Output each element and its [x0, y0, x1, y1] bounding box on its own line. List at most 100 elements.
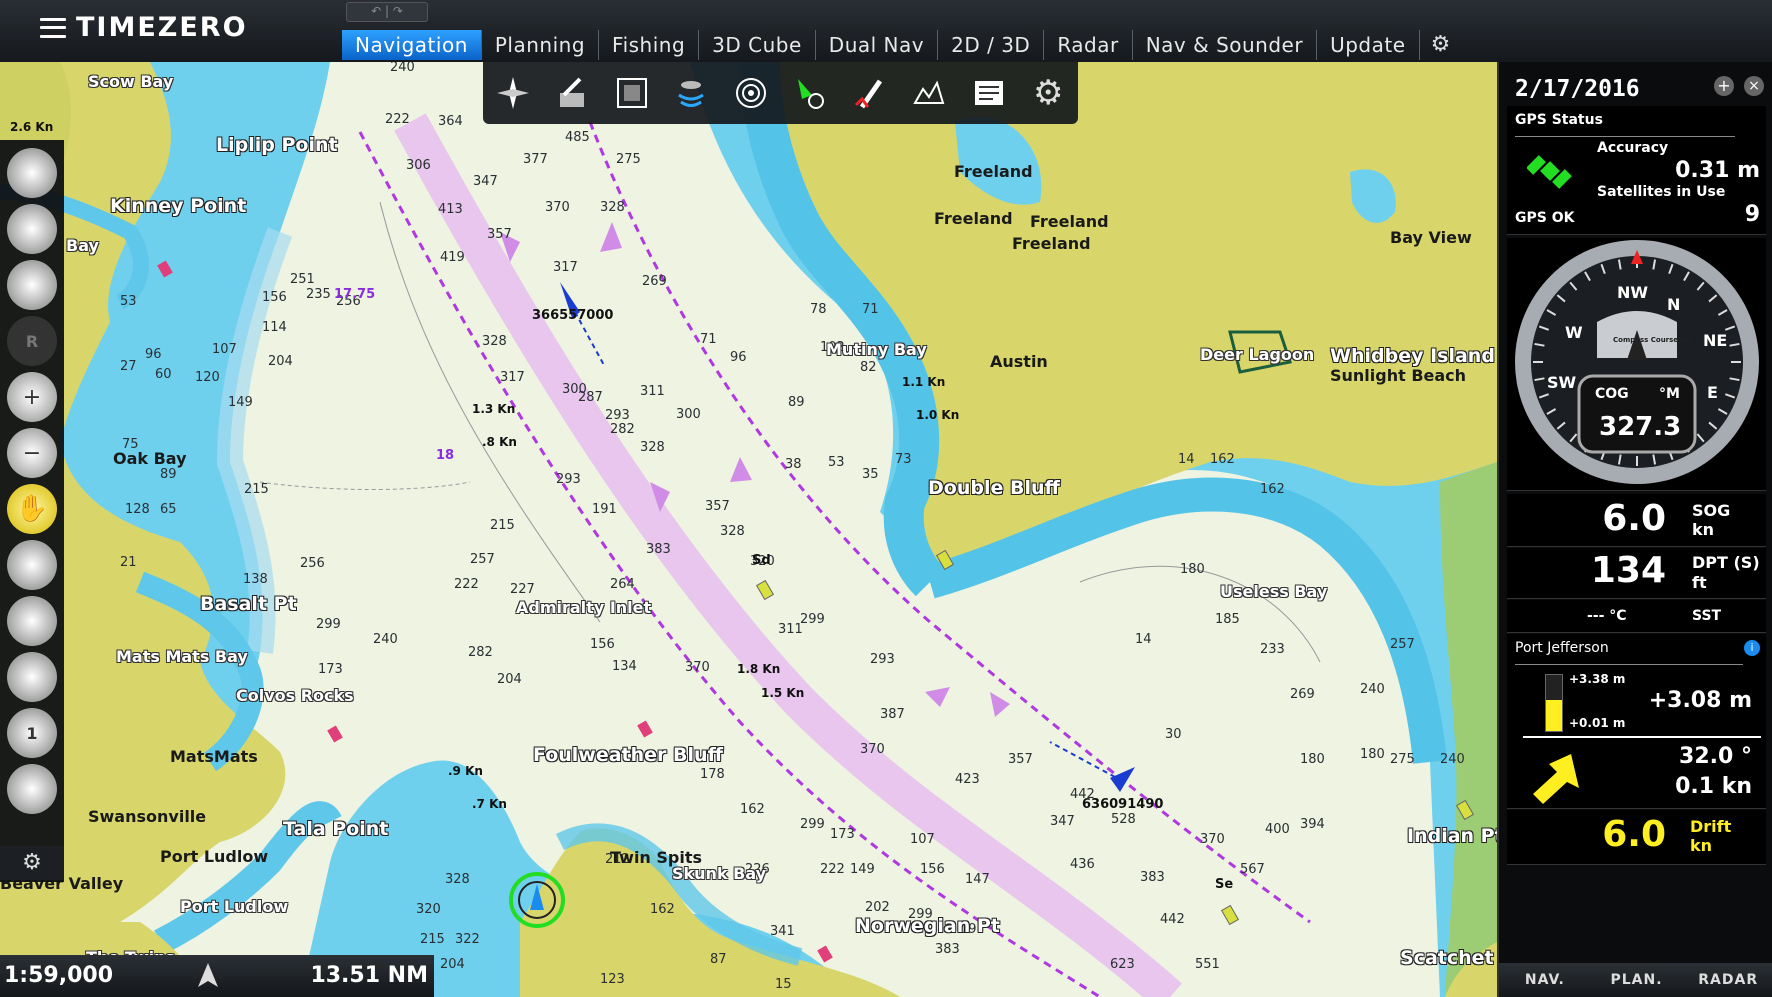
top-bar: TIMEZERO ↶ | ↷ Navigation Planning Fishi…	[0, 0, 1772, 64]
photo-fusion-icon[interactable]	[907, 71, 951, 115]
chart-layers-icon[interactable]	[610, 71, 654, 115]
compass-rose-icon[interactable]	[491, 71, 535, 115]
current-label: 1.8 Kn	[737, 662, 781, 676]
scale-distance: 13.51 NM	[310, 963, 428, 988]
place-freeland-2: Freeland	[934, 209, 1013, 228]
workspace-settings-icon[interactable]: ⚙	[1420, 30, 1462, 60]
sounder-icon[interactable]	[669, 71, 713, 115]
nautical-chart[interactable]: 240 364 485 377 306 347 370 328 413 357 …	[0, 62, 1497, 997]
tab-3d-cube[interactable]: 3D Cube	[699, 30, 816, 60]
gps-status-box[interactable]: GPS Status GPS OK Accuracy 0.31 m Satell…	[1507, 106, 1766, 235]
boat-3d-icon[interactable]	[7, 260, 57, 310]
current-label: 2.6 Kn	[10, 120, 54, 134]
place-austin: Austin	[990, 352, 1048, 371]
ais-icon[interactable]	[788, 71, 832, 115]
place-kinney-point: Kinney Point	[110, 195, 247, 217]
tab-dual-nav[interactable]: Dual Nav	[816, 30, 939, 60]
place-mutiny-bay: Mutiny Bay	[826, 340, 927, 359]
satellite-icon	[1527, 155, 1572, 189]
depth-box[interactable]: 134 DPT (S) ft	[1507, 548, 1766, 599]
current-label: 1.3 Kn	[472, 402, 516, 416]
current-direction-arrow-icon	[1533, 754, 1579, 804]
tab-navigation[interactable]: Navigation	[342, 30, 482, 60]
r-icon[interactable]: R	[7, 316, 57, 366]
place-liplip-point: Liplip Point	[216, 134, 338, 156]
boat-tilt-icon[interactable]	[7, 204, 57, 254]
boat-center-icon[interactable]	[7, 596, 57, 646]
divider-icon[interactable]	[7, 540, 57, 590]
place-freeland-1: Freeland	[954, 162, 1033, 181]
place-double-bluff: Double Bluff	[928, 477, 1060, 499]
zoom-out-icon[interactable]: −	[7, 428, 57, 478]
tab-fishing[interactable]: Fishing	[599, 30, 700, 60]
add-icon[interactable]: +	[1714, 76, 1734, 96]
temp-box[interactable]: --- °C SST	[1507, 600, 1766, 633]
tab-plan[interactable]: PLAN.	[1591, 963, 1683, 997]
settings-icon[interactable]: ⚙	[1026, 71, 1070, 115]
range-icon[interactable]	[7, 652, 57, 702]
place-skunk-bay: Skunk Bay	[672, 864, 767, 883]
ais-target-label-1[interactable]: 366557000	[532, 308, 613, 323]
north-arrow-icon[interactable]	[196, 961, 220, 995]
place-norwegian-pt: Norwegian Pt	[855, 915, 1000, 937]
place-freeland-4: Freeland	[1012, 234, 1091, 253]
current-label: .7 Kn	[472, 797, 507, 811]
target-icon[interactable]	[729, 71, 773, 115]
tab-radar[interactable]: Radar	[1044, 30, 1133, 60]
zoom-in-icon[interactable]: +	[7, 372, 57, 422]
timer-icon[interactable]: 1	[7, 708, 57, 758]
tab-nav[interactable]: NAV.	[1499, 963, 1591, 997]
tab-radar-panel[interactable]: RADAR	[1682, 963, 1772, 997]
tab-nav-sounder[interactable]: Nav & Sounder	[1133, 30, 1318, 60]
svg-text:E: E	[1707, 383, 1718, 402]
place-foulweather-bluff: Foulweather Bluff	[533, 744, 723, 766]
close-icon[interactable]: ×	[1744, 76, 1764, 96]
overlay-icon[interactable]	[7, 764, 57, 814]
place-port-ludlow: Port Ludlow	[160, 847, 269, 866]
place-scow-bay: Scow Bay	[88, 72, 174, 91]
svg-text:SW: SW	[1547, 373, 1577, 392]
left-toolbar: R + − ✋ 1	[0, 140, 64, 882]
left-toolbar-settings-icon[interactable]: ⚙	[0, 846, 64, 880]
tab-planning[interactable]: Planning	[482, 30, 600, 60]
compass-dial: NW N W NE SW E	[1515, 240, 1759, 484]
info-icon[interactable]: i	[1744, 640, 1760, 656]
drift-box[interactable]: 6.0 Drift kn	[1507, 810, 1766, 865]
chart-icon-toolbar: ⚙	[483, 62, 1078, 124]
svg-text:W: W	[1565, 323, 1583, 342]
app-logo[interactable]: TIMEZERO	[40, 12, 248, 43]
tab-2d-3d[interactable]: 2D / 3D	[938, 30, 1045, 60]
mob-icon[interactable]	[848, 71, 892, 115]
svg-text:NE: NE	[1703, 331, 1727, 350]
place-admiralty-inlet: Admiralty Inlet	[516, 598, 652, 617]
current-label: 1.1 Kn	[902, 375, 946, 389]
place-matsmats: MatsMats	[170, 747, 258, 766]
ais-target-label-2[interactable]: 636091490	[1082, 797, 1163, 812]
report-icon[interactable]	[967, 71, 1011, 115]
tab-update[interactable]: Update	[1317, 30, 1420, 60]
scale-ratio: 1:59,000	[4, 963, 114, 988]
svg-text:NW: NW	[1617, 283, 1648, 302]
tide-box[interactable]: Port Jefferson i +3.38 m +0.01 m +3.08 m…	[1507, 634, 1766, 809]
marker-label: Se	[1215, 877, 1234, 892]
route-edit-icon[interactable]	[550, 71, 594, 115]
current-label: .8 Kn	[482, 435, 517, 449]
place-tala-point: Tala Point	[283, 818, 389, 840]
current-label: 1.0 Kn	[916, 408, 960, 422]
current-label: 1.5 Kn	[761, 686, 805, 700]
sog-box[interactable]: 6.0 SOG kn	[1507, 494, 1766, 547]
magnetic-variation-label: 17.75	[334, 287, 376, 302]
place-oak-bay: Oak Bay	[113, 449, 187, 468]
place-colvos-rocks: Colvos Rocks	[236, 686, 354, 705]
boat-icon[interactable]	[7, 148, 57, 198]
panel-tabs: NAV. PLAN. RADAR	[1499, 963, 1772, 997]
date-display: 2/17/2016	[1515, 76, 1640, 102]
compass-box[interactable]: NW N W NE SW E Compass Course Up COG °M …	[1507, 238, 1766, 491]
pan-hand-icon[interactable]: ✋	[7, 484, 57, 534]
magnetic-variation-label: 18	[436, 448, 455, 463]
place-basalt-pt: Basalt Pt	[200, 593, 297, 615]
main-tabs: Navigation Planning Fishing 3D Cube Dual…	[342, 30, 1462, 60]
place-deer-lagoon: Deer Lagoon	[1200, 345, 1315, 364]
undo-redo-buttons[interactable]: ↶ | ↷	[346, 2, 428, 22]
menu-icon[interactable]	[40, 17, 66, 38]
